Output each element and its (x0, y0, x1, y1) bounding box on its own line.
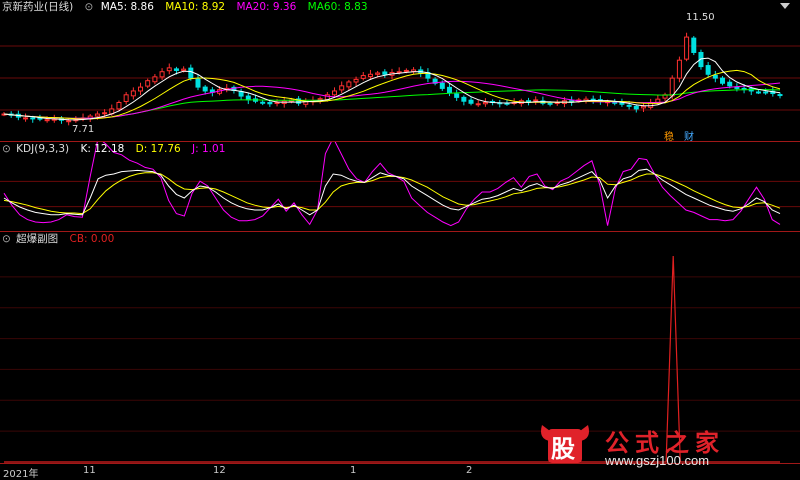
candle-body (166, 67, 172, 72)
cb-header: ⊙ 超爆副图 CB: 0.00 (2, 233, 122, 246)
candle-body (181, 68, 187, 71)
ma60-label: MA60: 8.83 (307, 1, 368, 13)
x-tick-label: 1 (350, 465, 357, 476)
high-annotation: 11.50 (686, 12, 715, 23)
candle-body (547, 102, 553, 105)
candle-body (468, 99, 474, 104)
ma20-line (3, 80, 781, 119)
candle-body (339, 85, 345, 91)
candle-body (454, 93, 460, 98)
candle-body (123, 94, 129, 102)
candle-body (461, 96, 467, 102)
k-line (3, 168, 781, 216)
candle-body (669, 77, 675, 97)
x-tick-label: 11 (83, 465, 96, 476)
ma5-label: MA5: 8.86 (100, 1, 154, 13)
candle-body (777, 94, 783, 97)
candle-body (446, 86, 452, 94)
gear-icon[interactable]: ⊙ (85, 1, 94, 13)
candle-body (116, 102, 122, 110)
candle-body (102, 112, 108, 115)
candle-body (260, 101, 266, 104)
candle-body (173, 68, 179, 71)
d-line (3, 172, 781, 215)
x-tick-label: 2 (466, 465, 473, 476)
candle-body (44, 119, 50, 122)
j-label: J: 1.01 (192, 143, 226, 155)
chevron-down-icon[interactable] (780, 3, 790, 9)
candle-body (763, 91, 769, 94)
candle-body (633, 105, 639, 110)
candle-body (346, 81, 352, 88)
candle-body (411, 69, 417, 72)
candle-body (691, 37, 697, 53)
cb-label: CB: 0.00 (69, 233, 115, 245)
d-label: D: 17.76 (135, 143, 181, 155)
candle-body (145, 80, 151, 87)
candle-body (360, 75, 366, 79)
candle-body (152, 76, 158, 83)
candle-body (159, 71, 165, 78)
candle-body (202, 86, 208, 92)
k-label: K: 12.18 (80, 143, 125, 155)
candle-body (382, 71, 388, 75)
candle-body (375, 72, 381, 75)
candle-body (94, 113, 100, 117)
candle-body (30, 117, 36, 120)
candle-body (482, 102, 488, 105)
chart-title: 京新药业(日线) (2, 1, 74, 13)
candle-body (720, 77, 726, 84)
cb-gear-icon[interactable]: ⊙ (2, 233, 11, 245)
price-chart (0, 32, 800, 142)
candle-body (439, 82, 445, 89)
candle-body (188, 67, 194, 79)
candle-body (626, 104, 632, 107)
candle-body (353, 78, 359, 83)
x-tick-label: 12 (213, 465, 226, 476)
marker-stable: 稳 (664, 132, 674, 143)
candle-body (403, 69, 409, 72)
cb-title: 超爆副图 (16, 233, 59, 245)
candle-body (640, 105, 646, 109)
ma10-label: MA10: 8.92 (165, 1, 226, 13)
candle-body (533, 99, 539, 102)
candle-body (267, 102, 273, 105)
candle-body (130, 90, 136, 97)
ma20-label: MA20: 9.36 (236, 1, 297, 13)
price-header: 京新药业(日线) ⊙ MA5: 8.86 MA10: 8.92 MA20: 9.… (2, 1, 376, 14)
kdj-gear-icon[interactable]: ⊙ (2, 143, 11, 155)
candle-body (755, 91, 761, 94)
watermark-url: www.gszj100.com (605, 453, 710, 468)
candle-body (367, 73, 373, 78)
candle-body (317, 98, 323, 101)
candle-body (684, 36, 690, 60)
watermark-logo: 股 公式之家 www.gszj100.com (530, 423, 780, 471)
marker-finance: 财 (684, 132, 694, 143)
kdj-title: KDJ(9,3,3) (16, 143, 70, 155)
candle-body (66, 120, 72, 123)
candle-body (712, 74, 718, 79)
low-annotation: 7.71 (72, 124, 95, 135)
candle-body (23, 117, 29, 120)
ma5-line (3, 57, 781, 121)
candle-body (526, 100, 532, 103)
candle-body (727, 81, 733, 87)
candle-body (475, 103, 481, 106)
candle-body (195, 78, 201, 88)
candle-body (138, 86, 144, 92)
candle-body (332, 90, 338, 96)
x-tick-label: 2021年 (3, 469, 39, 480)
candle-body (274, 102, 280, 104)
kdj-panel: ⊙ KDJ(9,3,3) K: 12.18 D: 17.76 J: 1.01 (0, 142, 800, 232)
candle-body (245, 95, 251, 101)
candle-body (705, 65, 711, 75)
candle-body (676, 59, 682, 79)
kdj-header: ⊙ KDJ(9,3,3) K: 12.18 D: 17.76 J: 1.01 (2, 143, 233, 156)
price-panel: 京新药业(日线) ⊙ MA5: 8.86 MA10: 8.92 MA20: 9.… (0, 0, 800, 143)
watermark-badge-text: 股 (551, 435, 575, 463)
